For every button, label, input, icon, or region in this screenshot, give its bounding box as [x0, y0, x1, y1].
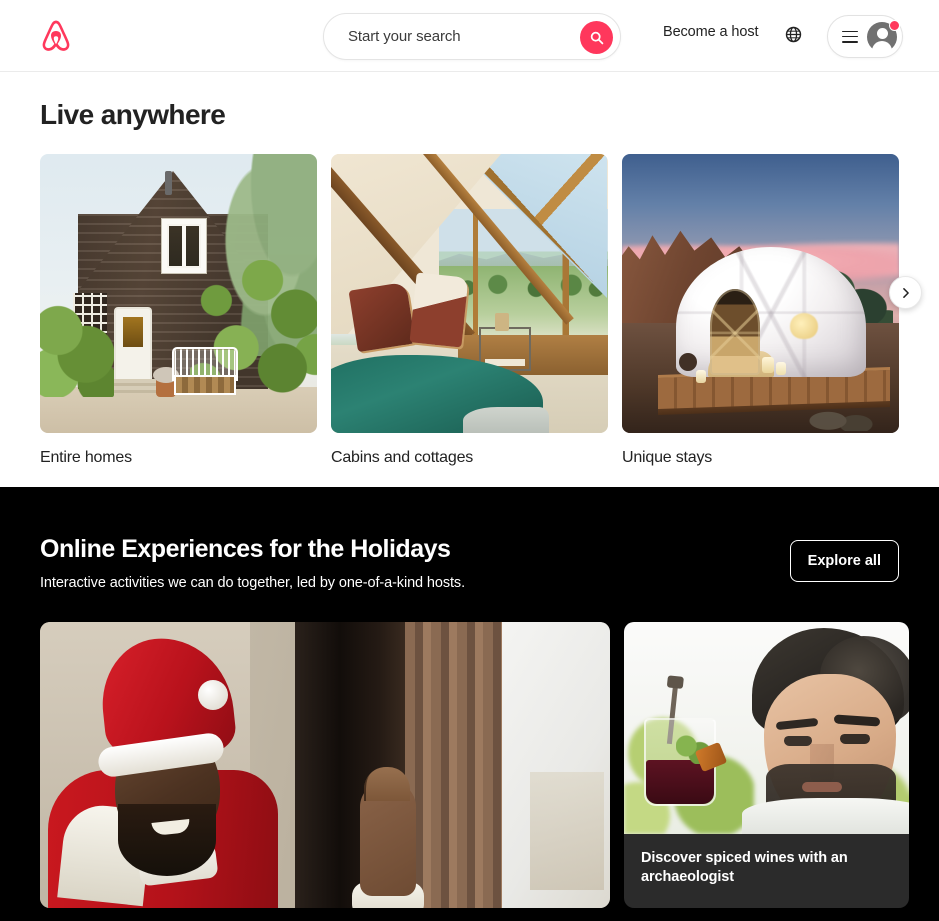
category-card-label: Cabins and cottages	[331, 449, 474, 466]
experience-card-santa-video[interactable]	[40, 622, 610, 908]
category-card-label: Entire homes	[40, 449, 132, 466]
section-title: Online Experiences for the Holidays	[40, 535, 451, 563]
explore-all-button[interactable]: Explore all	[789, 540, 899, 582]
become-a-host-link[interactable]: Become a host	[663, 24, 759, 40]
user-menu-button[interactable]	[827, 15, 903, 58]
category-card-label: Unique stays	[622, 449, 713, 466]
section-subtitle: Interactive activities we can do togethe…	[40, 575, 466, 591]
category-thumbnail	[40, 154, 317, 433]
category-thumbnail	[622, 154, 899, 433]
category-card-cabins-and-cottages[interactable]: Cabins and cottages	[331, 154, 608, 467]
search-bar[interactable]: Start your search	[323, 13, 621, 60]
hamburger-menu-icon[interactable]	[842, 30, 858, 43]
category-thumbnail	[331, 154, 608, 433]
experience-card-caption: Discover spiced wines with an archaeolog…	[641, 850, 848, 885]
live-anywhere-section: Live anywhere Entire homes Cabins and co…	[0, 72, 939, 467]
online-experiences-header: Online Experiences for the Holidays Inte…	[40, 487, 899, 593]
page-title: Live anywhere	[40, 99, 226, 130]
airbnb-belo-logo-icon[interactable]	[36, 16, 76, 56]
live-anywhere-carousel: Entire homes Cabins and cottages Unique …	[40, 154, 922, 467]
experience-thumbnail	[624, 622, 909, 834]
notification-badge	[889, 19, 900, 31]
globe-icon[interactable]	[780, 21, 806, 47]
site-header: Start your search Become a host	[0, 0, 939, 72]
search-button[interactable]	[580, 21, 613, 54]
online-experiences-text-block: Online Experiences for the Holidays Inte…	[40, 535, 465, 593]
experience-card-spiced-wines[interactable]: Discover spiced wines with an archaeolog…	[624, 622, 909, 908]
carousel-next-button[interactable]	[889, 276, 922, 309]
category-card-entire-homes[interactable]: Entire homes	[40, 154, 317, 467]
experiences-card-row: Discover spiced wines with an archaeolog…	[40, 622, 909, 908]
online-experiences-section: Online Experiences for the Holidays Inte…	[0, 487, 939, 921]
avatar[interactable]	[867, 19, 900, 52]
category-card-unique-stays[interactable]: Unique stays	[622, 154, 899, 467]
search-input[interactable]: Start your search	[348, 28, 461, 45]
